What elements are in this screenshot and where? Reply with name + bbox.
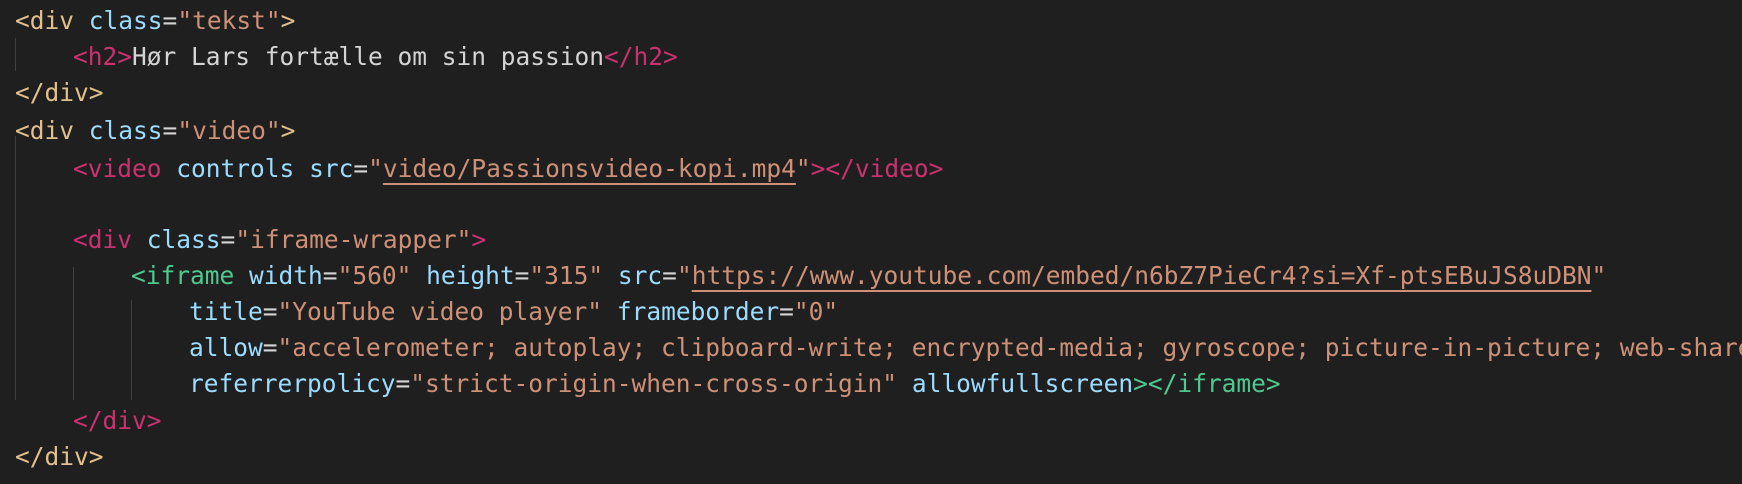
code-token: >	[471, 225, 487, 254]
code-token: height	[426, 261, 515, 290]
code-token: <div	[73, 225, 133, 254]
code-token: =	[162, 116, 178, 145]
indent-guide-outer-top	[15, 38, 16, 71]
code-token: <div	[15, 6, 75, 35]
code-token: =	[514, 261, 530, 290]
code-token: src	[617, 261, 663, 290]
code-line: </div>	[73, 403, 162, 439]
code-token: "	[676, 261, 692, 290]
code-token: =	[395, 369, 411, 398]
code-line: allow="accelerometer; autoplay; clipboar…	[189, 330, 1742, 366]
code-line: <div class="video">	[15, 113, 295, 149]
indent-guide-wrapper	[73, 267, 74, 400]
code-token: https://www.youtube.com/embed/n6bZ7PieCr…	[691, 261, 1592, 290]
code-token: width	[249, 261, 323, 290]
indent-guide-outer-video	[15, 136, 16, 400]
code-token: "0"	[793, 297, 839, 326]
code-token: "YouTube video player"	[277, 297, 603, 326]
indent-guide-iframe	[131, 300, 132, 400]
code-token: <div	[15, 116, 75, 145]
code-line: </div>	[15, 439, 104, 475]
code-token: </div>	[15, 78, 104, 107]
code-token: "560"	[337, 261, 412, 290]
code-editor[interactable]: <div class="tekst"> <h2>Hør Lars fortælle…	[0, 0, 1742, 484]
code-token: ></iframe>	[1133, 369, 1281, 398]
code-token: =	[353, 154, 369, 183]
code-token: "accelerometer; autoplay; clipboard-writ…	[277, 333, 1742, 362]
code-token: title	[189, 297, 263, 326]
code-token: referrerpolicy	[189, 369, 396, 398]
code-line: </div>	[15, 75, 104, 111]
code-line: <video controls src="video/Passionsvideo…	[73, 151, 943, 187]
code-token: "	[795, 154, 811, 183]
code-token: =	[322, 261, 338, 290]
code-token: >	[280, 116, 296, 145]
code-token: =	[220, 225, 236, 254]
code-token: =	[779, 297, 794, 326]
code-token: "strict-origin-when-cross-origin"	[410, 369, 898, 398]
code-token: allow	[189, 333, 263, 362]
code-line: <iframe width="560" height="315" src="ht…	[131, 258, 1606, 294]
code-token: "video"	[177, 116, 281, 145]
code-token: allowfullscreen	[911, 369, 1134, 398]
code-token: ></video>	[810, 154, 944, 183]
code-token: </div>	[73, 406, 162, 435]
code-token: video/Passionsvideo-kopi.mp4	[382, 154, 796, 183]
code-token: </h2>	[604, 42, 678, 71]
code-token: "	[1591, 261, 1607, 290]
code-token: =	[262, 333, 278, 362]
code-token: =	[262, 297, 278, 326]
code-token: class	[88, 116, 163, 145]
code-token: <video	[73, 154, 162, 183]
code-token: class	[88, 6, 163, 35]
code-token: "	[368, 154, 383, 183]
code-line: title="YouTube video player" frameborder…	[189, 294, 838, 330]
code-line: <div class="tekst">	[15, 3, 295, 39]
code-token: =	[162, 6, 178, 35]
code-token: <h2>	[73, 42, 133, 71]
code-token: <iframe	[131, 261, 235, 290]
code-token: "tekst"	[177, 6, 281, 35]
code-token: Hør Lars fortælle om sin passion	[132, 42, 605, 71]
code-token: </div>	[15, 442, 104, 471]
code-token: "315"	[529, 261, 604, 290]
code-token: src	[309, 154, 354, 183]
code-token: frameborder	[616, 297, 780, 326]
code-token: "iframe-wrapper"	[235, 225, 472, 254]
code-token: =	[662, 261, 677, 290]
code-line: referrerpolicy="strict-origin-when-cross…	[189, 366, 1281, 402]
code-line: <div class="iframe-wrapper">	[73, 222, 486, 258]
code-token: class	[146, 225, 221, 254]
code-line: <h2>Hør Lars fortælle om sin passion</h2…	[73, 39, 678, 75]
code-token: >	[280, 6, 296, 35]
code-token: controls	[176, 154, 295, 183]
